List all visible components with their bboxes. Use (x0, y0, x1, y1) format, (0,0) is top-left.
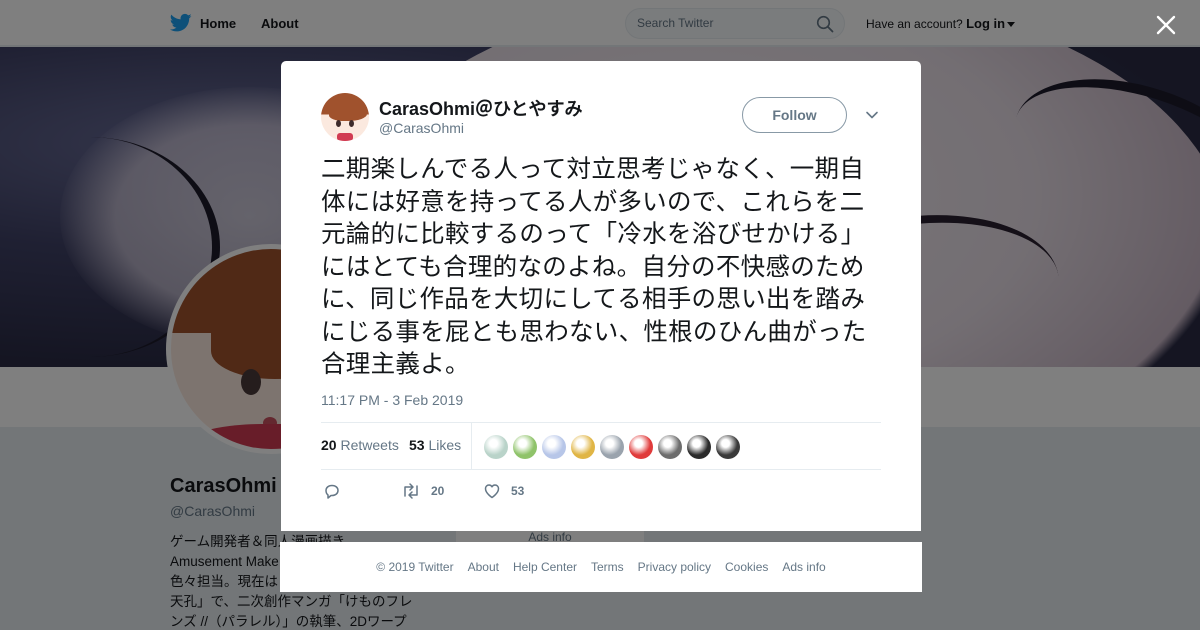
liker-avatars (484, 435, 740, 459)
liker-avatar[interactable] (687, 435, 711, 459)
heart-icon (484, 484, 500, 499)
retweets-label: Retweets (340, 437, 399, 453)
retweet-count: 20 (431, 484, 445, 498)
liker-avatar[interactable] (600, 435, 624, 459)
like-count: 53 (511, 484, 525, 498)
stats-divider (471, 423, 472, 469)
footer-link-ads-info[interactable]: Ads info (782, 560, 825, 574)
likes-count: 53 (409, 437, 425, 453)
likes-stat[interactable]: 53 Likes (409, 437, 461, 453)
tweet-text: 二期楽しんでる人って対立思考じゃなく、一期自体には好意を持ってる人が多いので、こ… (321, 154, 867, 378)
follow-button[interactable]: Follow (742, 97, 847, 133)
liker-avatar[interactable] (542, 435, 566, 459)
tweet-actions: 20 53 (321, 482, 621, 504)
retweets-stat[interactable]: 20 Retweets (321, 437, 399, 453)
tweet-author-name[interactable]: CarasOhmi＠ひとやすみ (379, 95, 583, 121)
tweet-modal: CarasOhmi＠ひとやすみ @CarasOhmi Follow 二期楽しんで… (281, 61, 921, 531)
liker-avatar[interactable] (716, 435, 740, 459)
retweets-count: 20 (321, 437, 337, 453)
tweet-author-avatar[interactable] (321, 93, 369, 141)
tweet-author-handle[interactable]: @CarasOhmi (379, 120, 464, 136)
chevron-down-icon[interactable] (865, 108, 879, 122)
like-button[interactable]: 53 (483, 482, 524, 500)
modal-footer: © 2019 Twitter About Help Center Terms P… (280, 542, 922, 592)
liker-avatar[interactable] (513, 435, 537, 459)
close-icon[interactable] (1152, 11, 1180, 39)
likes-label: Likes (428, 437, 462, 453)
reply-icon (325, 484, 339, 499)
footer-link-terms[interactable]: Terms (591, 560, 624, 574)
footer-link-help-center[interactable]: Help Center (513, 560, 577, 574)
liker-avatar[interactable] (658, 435, 682, 459)
liker-avatar[interactable] (629, 435, 653, 459)
retweet-button[interactable]: 20 (401, 482, 444, 500)
footer-link-privacy[interactable]: Privacy policy (638, 560, 711, 574)
liker-avatar[interactable] (571, 435, 595, 459)
reply-button[interactable] (323, 482, 341, 500)
footer-link-about[interactable]: About (468, 560, 499, 574)
footer-copyright: © 2019 Twitter (376, 560, 454, 574)
tweet-timestamp[interactable]: 11:17 PM - 3 Feb 2019 (321, 392, 463, 408)
retweet-icon (404, 483, 418, 499)
liker-avatar[interactable] (484, 435, 508, 459)
footer-link-cookies[interactable]: Cookies (725, 560, 768, 574)
tweet-stats: 20 Retweets 53 Likes (321, 422, 881, 470)
